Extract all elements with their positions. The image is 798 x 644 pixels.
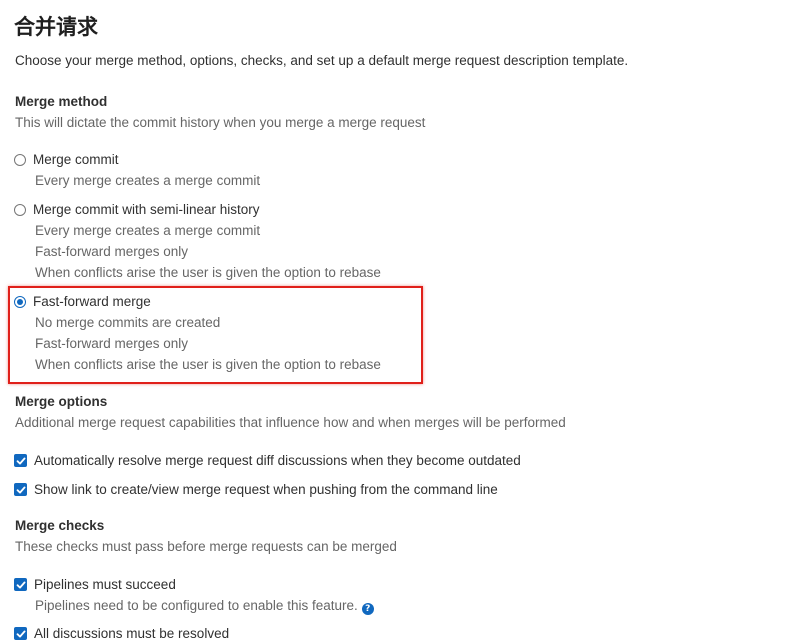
checkmark-icon <box>16 581 25 588</box>
semi-linear-radio[interactable] <box>14 203 26 216</box>
question-circle-icon[interactable]: ? <box>361 603 374 615</box>
checkmark-icon <box>16 457 25 464</box>
show-link-checkbox[interactable] <box>14 483 27 496</box>
discussions-option: All discussions must be resolved <box>14 623 229 644</box>
merge-options-title: Merge options <box>15 394 108 409</box>
fast-forward-radio[interactable] <box>14 295 26 308</box>
discussions-checkbox[interactable] <box>14 627 27 640</box>
merge-method-title: Merge method <box>15 94 108 109</box>
merge-commit-option: Merge commit Every merge creates a merge… <box>14 149 260 191</box>
fast-forward-option: Fast-forward merge No merge commits are … <box>14 291 381 375</box>
fast-forward-label[interactable]: Fast-forward merge <box>33 291 151 312</box>
pipelines-label[interactable]: Pipelines must succeed <box>34 574 176 595</box>
fast-forward-help-2: Fast-forward merges only <box>35 336 189 351</box>
fast-forward-help-3: When conflicts arise the user is given t… <box>35 357 381 372</box>
auto-resolve-checkbox[interactable] <box>14 454 27 467</box>
merge-commit-label[interactable]: Merge commit <box>33 149 119 170</box>
merge-method-description: This will dictate the commit history whe… <box>15 115 426 130</box>
semi-linear-help-2: Fast-forward merges only <box>35 244 189 259</box>
page-description: Choose your merge method, options, check… <box>15 53 629 68</box>
merge-commit-radio[interactable] <box>14 153 26 166</box>
checkmark-icon <box>16 630 25 637</box>
page-title: 合并请求 <box>14 15 98 39</box>
pipelines-checkbox[interactable] <box>14 578 27 591</box>
auto-resolve-label[interactable]: Automatically resolve merge request diff… <box>34 450 521 471</box>
pipelines-option: Pipelines must succeed Pipelines need to… <box>14 574 374 616</box>
show-link-option: Show link to create/view merge request w… <box>14 479 498 500</box>
pipelines-help-text: Pipelines need to be configured to enabl… <box>35 598 358 613</box>
semi-linear-option: Merge commit with semi-linear history Ev… <box>14 199 381 283</box>
merge-commit-help: Every merge creates a merge commit <box>35 173 261 188</box>
pipelines-help: Pipelines need to be configured to enabl… <box>35 595 374 616</box>
auto-resolve-option: Automatically resolve merge request diff… <box>14 450 521 471</box>
checkmark-icon <box>16 486 25 493</box>
merge-options-description: Additional merge request capabilities th… <box>15 415 566 430</box>
merge-checks-title: Merge checks <box>15 518 105 533</box>
fast-forward-help-1: No merge commits are created <box>35 315 221 330</box>
semi-linear-help-3: When conflicts arise the user is given t… <box>35 265 381 280</box>
merge-checks-description: These checks must pass before merge requ… <box>15 539 397 554</box>
semi-linear-label[interactable]: Merge commit with semi-linear history <box>33 199 260 220</box>
semi-linear-help-1: Every merge creates a merge commit <box>35 223 261 238</box>
discussions-label[interactable]: All discussions must be resolved <box>34 623 229 644</box>
show-link-label[interactable]: Show link to create/view merge request w… <box>34 479 498 500</box>
